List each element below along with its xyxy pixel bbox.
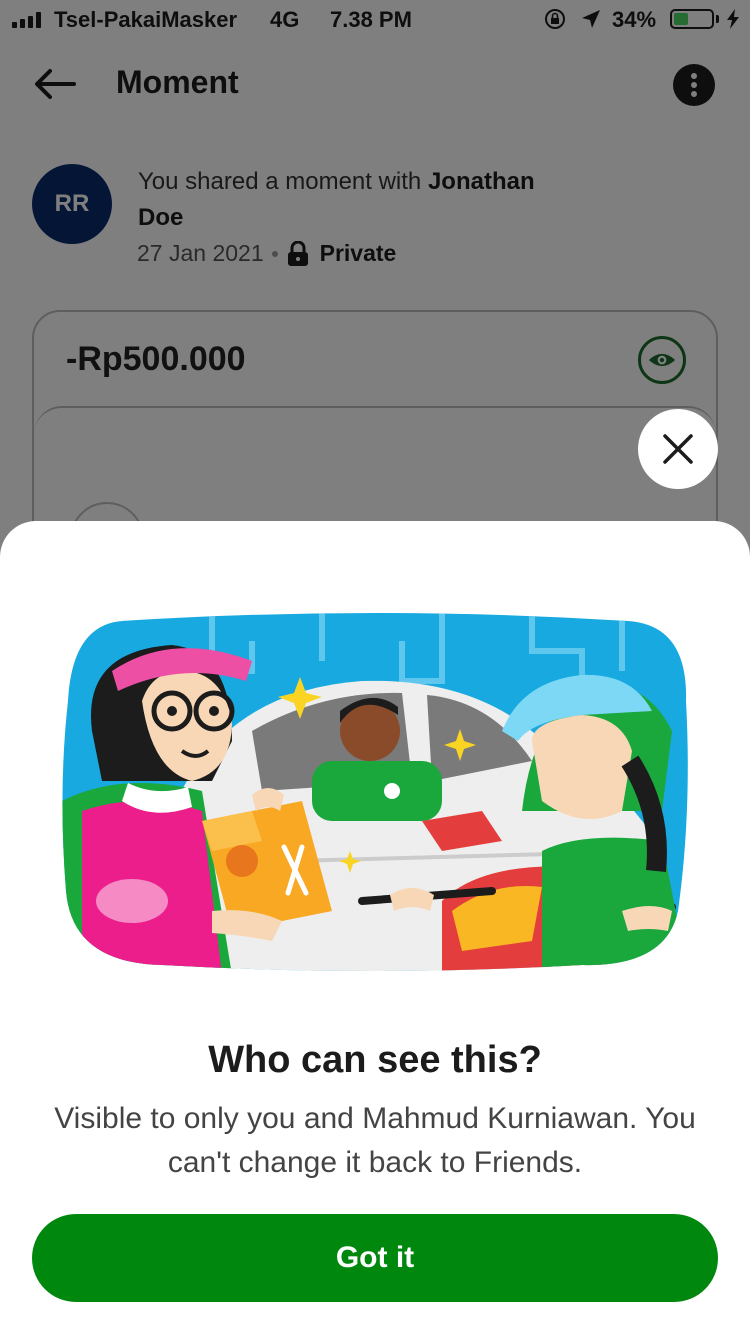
sheet-description: Visible to only you and Mahmud Kurniawan… (54, 1102, 696, 1179)
bottom-sheet: Who can see this? Visible to only you an… (0, 521, 750, 1334)
close-icon (663, 434, 693, 464)
delivery-illustration (62, 613, 688, 971)
sheet-title: Who can see this? (208, 1039, 542, 1081)
got-it-button[interactable]: Got it (32, 1214, 718, 1302)
close-button[interactable] (638, 409, 718, 489)
